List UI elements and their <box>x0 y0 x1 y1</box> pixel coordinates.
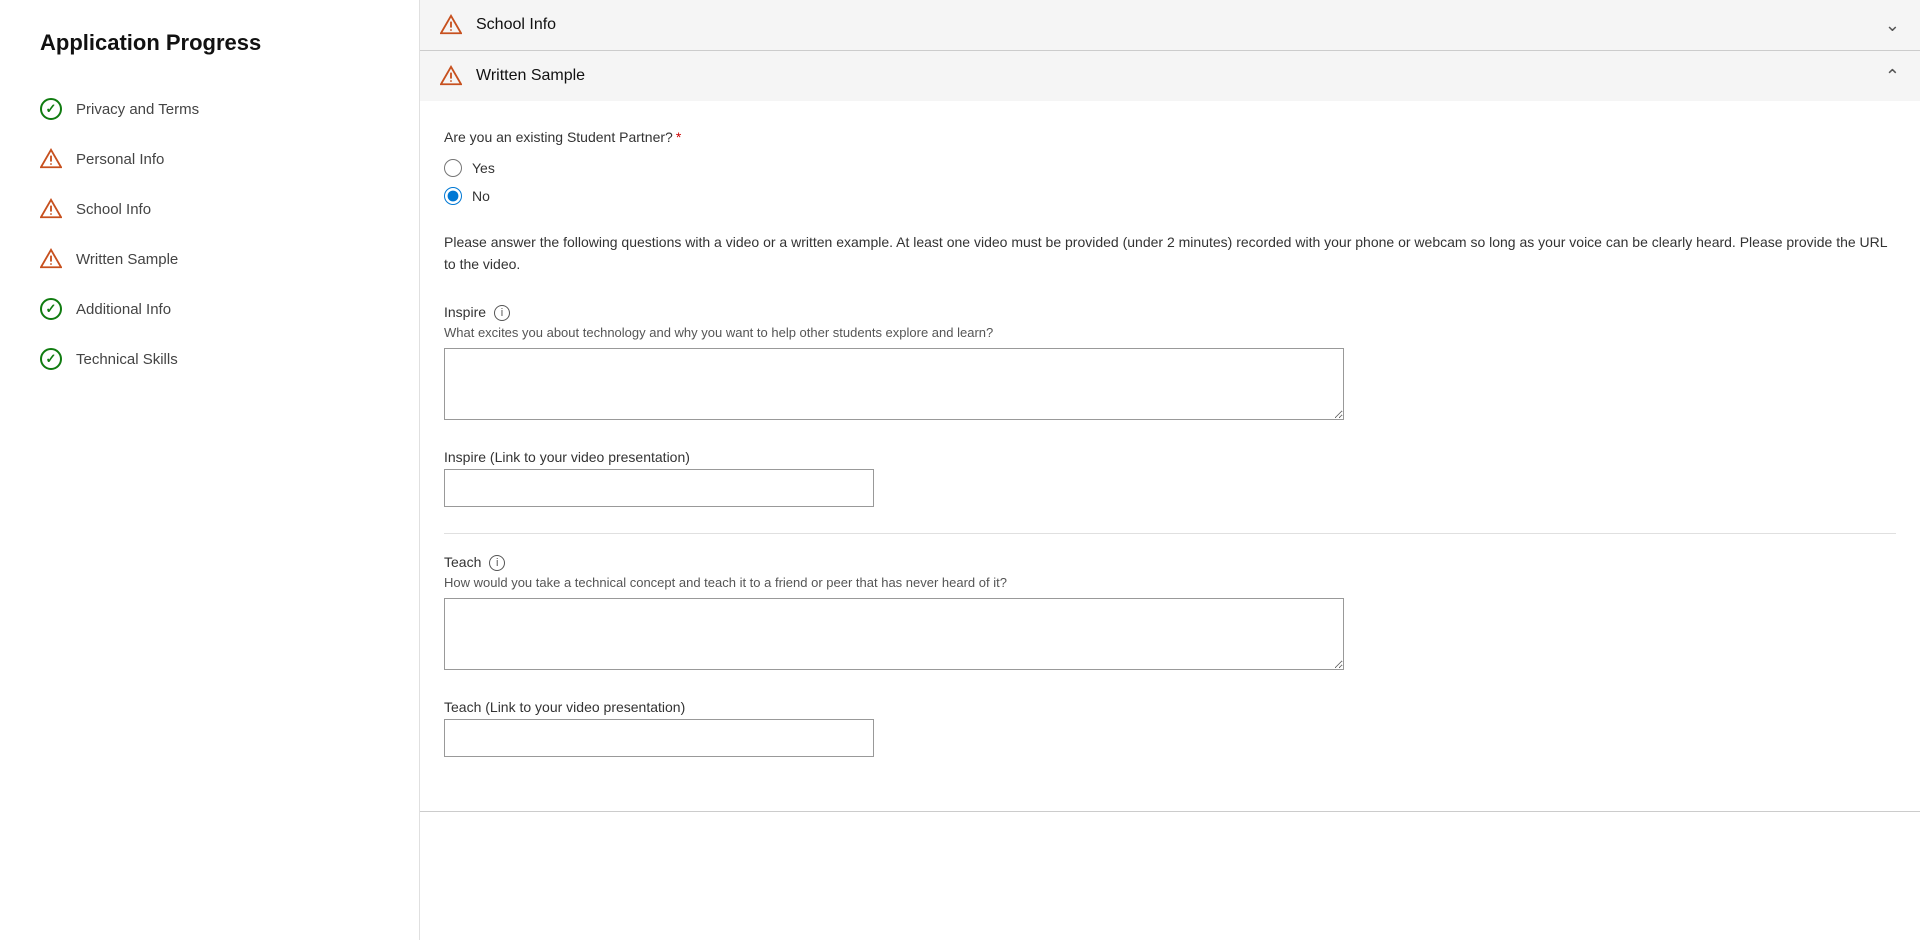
student-partner-radio-group: Yes No <box>444 159 1896 205</box>
sidebar-label-technical: Technical Skills <box>76 351 178 368</box>
sidebar-item-additional[interactable]: Additional Info <box>40 284 379 334</box>
warn-icon-school <box>40 198 62 220</box>
sidebar-item-personal[interactable]: Personal Info <box>40 134 379 184</box>
teach-label: Teach i <box>444 554 1896 571</box>
check-icon-technical <box>40 348 62 370</box>
sidebar-title: Application Progress <box>40 30 379 56</box>
sidebar-item-technical[interactable]: Technical Skills <box>40 334 379 384</box>
sidebar-label-privacy: Privacy and Terms <box>76 101 199 118</box>
school-info-header-left: School Info <box>440 14 556 36</box>
sidebar-item-school[interactable]: School Info <box>40 184 379 234</box>
teach-textarea[interactable] <box>444 598 1344 670</box>
check-icon-privacy <box>40 98 62 120</box>
written-sample-accordion-header[interactable]: Written Sample ⌃ <box>420 51 1920 101</box>
written-sample-chevron-up-icon: ⌃ <box>1885 66 1900 87</box>
inspire-video-field-section: Inspire (Link to your video presentation… <box>444 449 1896 507</box>
warn-icon-school-header <box>440 14 462 36</box>
school-info-section: School Info ⌄ <box>420 0 1920 51</box>
radio-no-label: No <box>472 188 490 204</box>
radio-option-yes[interactable]: Yes <box>444 159 1896 177</box>
teach-video-input[interactable] <box>444 719 874 757</box>
sidebar-label-additional: Additional Info <box>76 301 171 318</box>
inspire-video-label: Inspire (Link to your video presentation… <box>444 449 1896 465</box>
divider-1 <box>444 533 1896 534</box>
inspire-video-input[interactable] <box>444 469 874 507</box>
radio-option-no[interactable]: No <box>444 187 1896 205</box>
sidebar-label-personal: Personal Info <box>76 151 164 168</box>
instructions-text: Please answer the following questions wi… <box>444 231 1896 276</box>
teach-video-label: Teach (Link to your video presentation) <box>444 699 1896 715</box>
radio-no[interactable] <box>444 187 462 205</box>
sidebar: Application Progress Privacy and Terms P… <box>0 0 420 940</box>
written-sample-content: Are you an existing Student Partner?* Ye… <box>420 101 1920 811</box>
warn-icon-written <box>40 248 62 270</box>
school-info-chevron-down-icon: ⌄ <box>1885 15 1900 36</box>
warn-icon-personal <box>40 148 62 170</box>
inspire-textarea[interactable] <box>444 348 1344 420</box>
sidebar-item-privacy[interactable]: Privacy and Terms <box>40 84 379 134</box>
student-partner-field: Are you an existing Student Partner?* Ye… <box>444 129 1896 205</box>
check-icon-additional <box>40 298 62 320</box>
teach-sublabel: How would you take a technical concept a… <box>444 575 1896 590</box>
school-info-title: School Info <box>476 16 556 34</box>
required-star: * <box>676 129 681 145</box>
inspire-field-section: Inspire i What excites you about technol… <box>444 304 1896 423</box>
teach-video-field-section: Teach (Link to your video presentation) <box>444 699 1896 757</box>
radio-yes[interactable] <box>444 159 462 177</box>
school-info-accordion-header[interactable]: School Info ⌄ <box>420 0 1920 50</box>
written-sample-section: Written Sample ⌃ Are you an existing Stu… <box>420 51 1920 812</box>
sidebar-label-school: School Info <box>76 201 151 218</box>
sidebar-item-written[interactable]: Written Sample <box>40 234 379 284</box>
inspire-info-icon[interactable]: i <box>494 305 510 321</box>
teach-field-section: Teach i How would you take a technical c… <box>444 554 1896 673</box>
main-content: School Info ⌄ Written Sample ⌃ <box>420 0 1920 940</box>
inspire-label: Inspire i <box>444 304 1896 321</box>
warn-icon-written-header <box>440 65 462 87</box>
sidebar-label-written: Written Sample <box>76 251 178 268</box>
inspire-sublabel: What excites you about technology and wh… <box>444 325 1896 340</box>
student-partner-question: Are you an existing Student Partner?* <box>444 129 1896 145</box>
written-sample-header-left: Written Sample <box>440 65 585 87</box>
written-sample-title: Written Sample <box>476 67 585 85</box>
teach-info-icon[interactable]: i <box>489 555 505 571</box>
radio-yes-label: Yes <box>472 160 495 176</box>
